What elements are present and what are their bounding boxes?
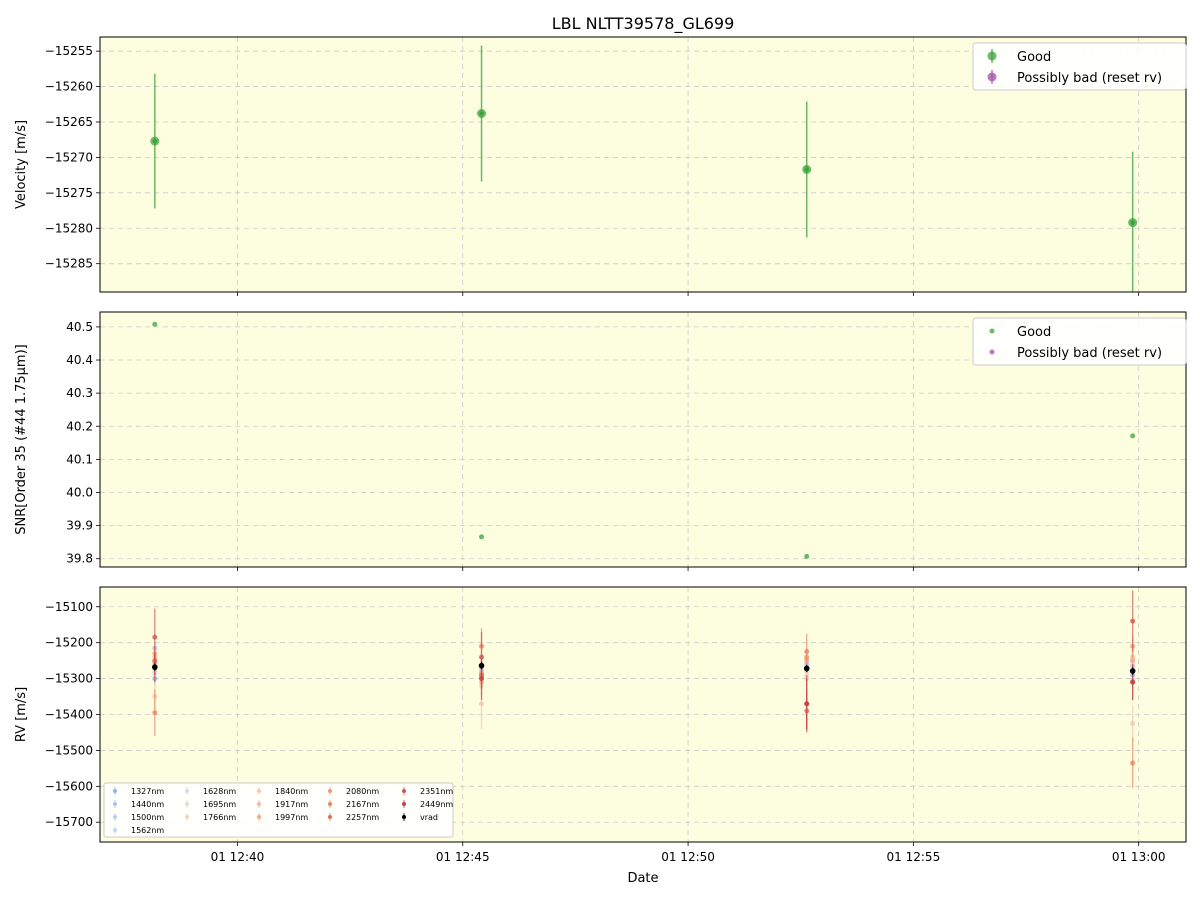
snr-point: [152, 321, 158, 327]
y-tick-label: −15600: [45, 779, 93, 793]
rv-legend-marker-1327nm: [113, 789, 117, 793]
legend-bad-marker: [987, 72, 997, 82]
y-tick-label: −15285: [45, 257, 93, 271]
rv-point-2167nm: [804, 649, 810, 655]
rv-legend-marker-1917nm: [257, 802, 261, 806]
rv-point-2351nm: [1130, 618, 1136, 624]
y-tick-label: 39.8: [66, 552, 93, 566]
y-tick-label: −15300: [45, 672, 93, 686]
rv-legend-label-1562nm: 1562nm: [131, 826, 164, 835]
y-tick-label: 40.4: [66, 353, 93, 367]
rv-point-2351nm: [152, 634, 158, 640]
y-tick-label: −15260: [45, 80, 93, 94]
rv-point-vrad: [803, 665, 810, 672]
velocity-point-core: [152, 138, 158, 144]
rv-legend-marker-1766nm: [185, 815, 189, 819]
snr-point: [1130, 433, 1136, 439]
snr-point: [804, 553, 810, 559]
rv-legend-label-vrad: vrad: [420, 813, 438, 822]
rv-point-vrad: [152, 664, 158, 670]
legend-good-label: Good: [1017, 50, 1051, 65]
y-tick-label: −15500: [45, 743, 93, 757]
x-tick-label: 01 12:55: [887, 850, 941, 864]
rv-legend-marker-2257nm: [328, 815, 332, 819]
rv-legend-marker-1628nm: [185, 789, 189, 793]
rv-legend-marker-vrad: [402, 815, 406, 819]
rv-legend-marker-1695nm: [185, 802, 189, 806]
rv-point-2449nm: [479, 676, 485, 682]
rv-legend-marker-2167nm: [328, 802, 332, 806]
rv-legend-marker-1997nm: [257, 815, 261, 819]
y-tick-label: −15255: [45, 44, 93, 58]
rv-legend-label-2257nm: 2257nm: [346, 813, 379, 822]
y-tick-label: −15280: [45, 221, 93, 235]
rv-legend-marker-1440nm: [113, 802, 117, 806]
rv-panel: 01 12:40 01 12:45 01 12:50 01 12:55 01 13:00…: [14, 586, 1187, 864]
rv-legend-label-1327nm: 1327nm: [131, 787, 164, 796]
velocity-point-core: [479, 111, 484, 116]
rv-legend-label-2080nm: 2080nm: [346, 787, 379, 796]
rv-legend-label-1440nm: 1440nm: [131, 800, 164, 809]
figure: LBL NLTT39578_GL699 −15255−15260−15265−1…: [0, 0, 1200, 900]
x-tick-label: 01 12:40: [211, 850, 265, 864]
x-axis-label: Date: [627, 871, 658, 886]
y-tick-label: −15265: [45, 115, 93, 129]
y-tick-label: 39.9: [66, 519, 93, 533]
y-tick-label: −15275: [45, 186, 93, 200]
y-tick-label: 40.3: [66, 386, 93, 400]
y-tick-label: 40.5: [66, 320, 93, 334]
rv-legend-label-2167nm: 2167nm: [346, 800, 379, 809]
y-tick-label: 40.2: [66, 419, 93, 433]
rv-point-1840nm: [479, 701, 485, 707]
rv-legend-label-1500nm: 1500nm: [131, 813, 164, 822]
rv-point-2167nm: [1130, 760, 1136, 766]
x-tick-label: 01 13:00: [1112, 850, 1166, 864]
velocity-point-core: [1130, 220, 1135, 225]
x-tick-label: 01 12:45: [436, 850, 490, 864]
x-tick-label: 01 12:50: [661, 850, 715, 864]
y-tick-label: −15270: [45, 150, 93, 164]
rv-legend-label-2449nm: 2449nm: [420, 800, 453, 809]
rv-legend-marker-2351nm: [402, 789, 406, 793]
y-axis-label: Velocity [m/s]: [14, 120, 29, 209]
rv-legend-label-2351nm: 2351nm: [420, 787, 453, 796]
rv-point-1997nm: [1130, 658, 1136, 664]
rv-legend-label-1628nm: 1628nm: [203, 787, 236, 796]
rv-legend-marker-1840nm: [257, 789, 261, 793]
rv-legend-marker-1500nm: [113, 815, 117, 819]
rv-point-2449nm: [1130, 679, 1136, 685]
y-tick-label: 40.1: [66, 452, 93, 466]
legend-good-marker: [989, 328, 995, 334]
y-axis-label: SNR[Order 35 (#44 1.75μm)]: [14, 344, 29, 535]
snr-point: [479, 534, 485, 540]
chart-title: LBL NLTT39578_GL699: [552, 14, 735, 34]
y-tick-label: −15700: [45, 815, 93, 829]
rv-point-vrad: [1129, 668, 1136, 674]
rv-legend-label-1997nm: 1997nm: [275, 813, 308, 822]
rv-legend-label-1766nm: 1766nm: [203, 813, 236, 822]
legend-bad-marker: [989, 349, 995, 355]
y-tick-label: −15200: [45, 636, 93, 650]
rv-legend-label-1695nm: 1695nm: [203, 800, 236, 809]
velocity-point-core: [804, 167, 809, 172]
y-axis-label: RV [m/s]: [14, 687, 29, 742]
y-tick-label: −15100: [45, 600, 93, 614]
rv-legend-marker-2449nm: [402, 802, 406, 806]
rv-legend-label-1917nm: 1917nm: [275, 800, 308, 809]
legend-good-marker: [987, 51, 997, 61]
legend-bad-label: Possibly bad (reset rv): [1017, 71, 1162, 86]
rv-point-2167nm: [152, 710, 158, 716]
legend-bad-label: Possibly bad (reset rv): [1017, 346, 1162, 361]
rv-legend-marker-1562nm: [113, 828, 117, 832]
rv-point-vrad: [478, 662, 485, 669]
legend-good-label: Good: [1017, 325, 1051, 340]
rv-point-2449nm: [804, 701, 810, 707]
y-tick-label: −15400: [45, 708, 93, 722]
velocity-panel: −15255 −15260 −15265 −15270 −15275 −15280 −152…: [14, 36, 1187, 296]
y-tick-label: 40.0: [66, 485, 93, 499]
rv-legend-label-1840nm: 1840nm: [275, 787, 308, 796]
snr-panel: 40.5 40.4 40.3 40.2 40.1 40.0 39.9 39.8 SNR[Orde…: [14, 311, 1187, 571]
rv-legend-marker-2080nm: [328, 789, 332, 793]
rv-point-1840nm: [1130, 720, 1136, 726]
